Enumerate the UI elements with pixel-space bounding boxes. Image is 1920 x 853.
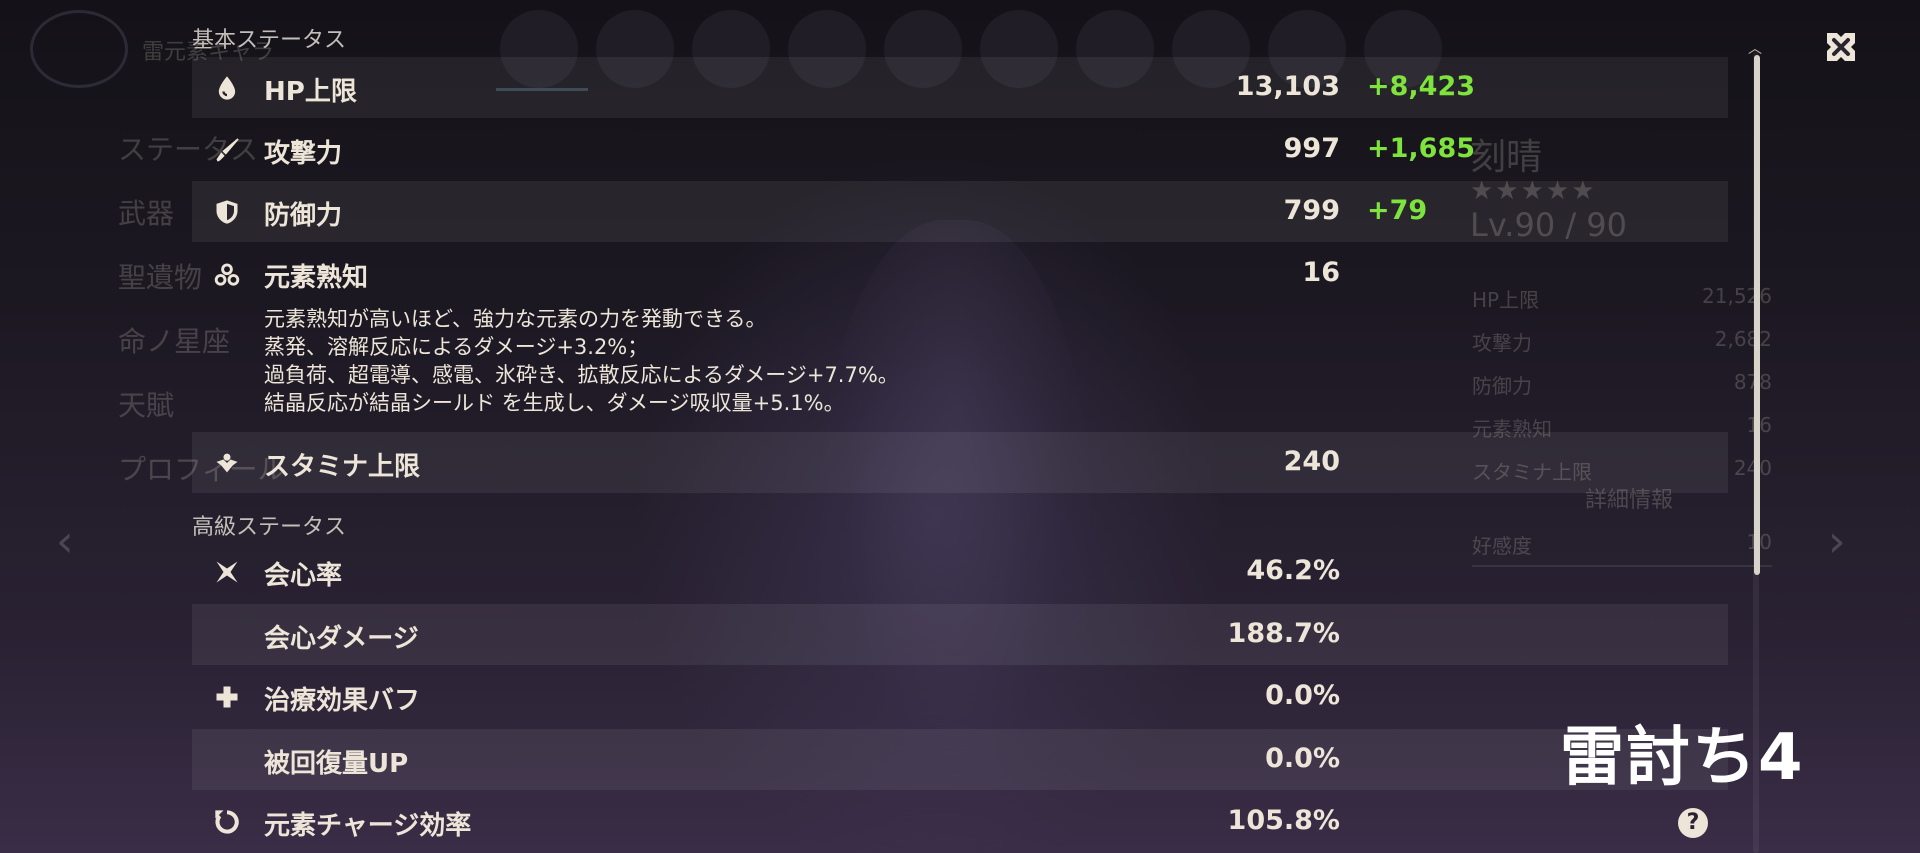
basic-stats-heading: 基本ステータス: [192, 28, 347, 53]
elemental-mastery-icon: [212, 259, 242, 289]
em-description-line: 元素熟知が高いほど、強力な元素の力を発動できる。: [264, 307, 767, 331]
stat-name: スタミナ上限: [264, 452, 421, 482]
stat-row-energy-recharge: 元素チャージ効率 105.8%: [192, 791, 1728, 852]
stat-name: 会心率: [264, 561, 343, 591]
em-description-line: 蒸発、溶解反応によるダメージ+3.2%；: [264, 335, 649, 359]
bg-stat-row: 攻撃力 2,682: [1472, 327, 1772, 356]
stat-value: 997: [1283, 133, 1340, 164]
stat-row-em: 元素熟知 16: [192, 243, 1728, 304]
stat-name: 会心ダメージ: [264, 624, 419, 654]
stat-row-healing-bonus: 治療効果バフ 0.0%: [192, 666, 1728, 727]
stat-name: HP上限: [264, 77, 357, 107]
stat-row-stamina: スタミナ上限 240: [192, 432, 1728, 493]
stamina-icon: [212, 448, 242, 478]
stat-value: 240: [1283, 446, 1340, 477]
stat-name: 元素熟知: [264, 263, 369, 293]
overlay-caption: 雷討ち4: [1560, 721, 1805, 795]
bg-menu-item: 天賦: [118, 389, 175, 422]
stat-row-crit-rate: 会心率 46.2%: [192, 541, 1728, 602]
stat-row-incoming-healing: 被回復量UP 0.0%: [192, 729, 1728, 790]
stat-value: 105.8%: [1227, 805, 1340, 836]
help-icon[interactable]: ?: [1678, 808, 1708, 838]
stat-row-hp: HP上限 13,103 +8,423: [192, 57, 1728, 118]
advanced-stats-heading: 高級ステータス: [192, 515, 347, 540]
stat-bonus: +8,423: [1367, 71, 1476, 102]
bg-stat-name: 攻撃力: [1472, 331, 1532, 355]
defense-shield-icon: [212, 197, 242, 227]
stat-bonus: +1,685: [1367, 133, 1476, 164]
close-button[interactable]: [1818, 24, 1864, 70]
close-icon: [1827, 33, 1855, 61]
stat-value: 188.7%: [1227, 618, 1340, 649]
elemental-mastery-description: 元素熟知が高いほど、強力な元素の力を発動できる。 蒸発、溶解反応によるダメージ+…: [264, 305, 1164, 417]
bg-stat-name: 防御力: [1472, 374, 1532, 398]
stat-name: 治療効果バフ: [264, 686, 421, 716]
stat-name: 元素チャージ効率: [264, 811, 472, 841]
stat-bonus: +79: [1367, 195, 1428, 226]
stat-name: 被回復量UP: [264, 749, 409, 779]
em-description-line: 結晶反応が結晶シールド を生成し、ダメージ吸収量+5.1%。: [264, 391, 845, 415]
crit-rate-icon: [212, 557, 242, 587]
stat-value: 0.0%: [1265, 743, 1340, 774]
bg-menu-item: 命ノ星座: [118, 325, 231, 358]
electro-emblem-icon: [30, 10, 128, 88]
healing-cross-icon: [212, 682, 242, 712]
scrollbar-thumb[interactable]: [1754, 55, 1760, 575]
attack-sword-icon: [212, 135, 242, 165]
stat-value: 0.0%: [1265, 680, 1340, 711]
stat-value: 799: [1283, 195, 1340, 226]
stat-name: 防御力: [264, 201, 343, 231]
energy-recharge-icon: [212, 807, 242, 837]
stat-value: 16: [1302, 257, 1340, 288]
stat-row-atk: 攻撃力 997 +1,685: [192, 119, 1728, 180]
stat-row-def: 防御力 799 +79: [192, 181, 1728, 242]
bg-stat-row: 防御力 878: [1472, 370, 1772, 399]
hp-drop-icon: [212, 73, 242, 103]
next-character-arrow-icon: ›: [1828, 516, 1846, 567]
stat-value: 46.2%: [1246, 555, 1340, 586]
prev-character-arrow-icon: ‹: [56, 516, 74, 567]
stat-value: 13,103: [1235, 71, 1340, 102]
stat-name: 攻撃力: [264, 139, 343, 169]
em-description-line: 過負荷、超電導、感電、氷砕き、拡散反応によるダメージ+7.7%。: [264, 363, 899, 387]
bg-stat-value: 2,682: [1714, 327, 1772, 351]
stat-row-crit-dmg: 会心ダメージ 188.7%: [192, 604, 1728, 665]
